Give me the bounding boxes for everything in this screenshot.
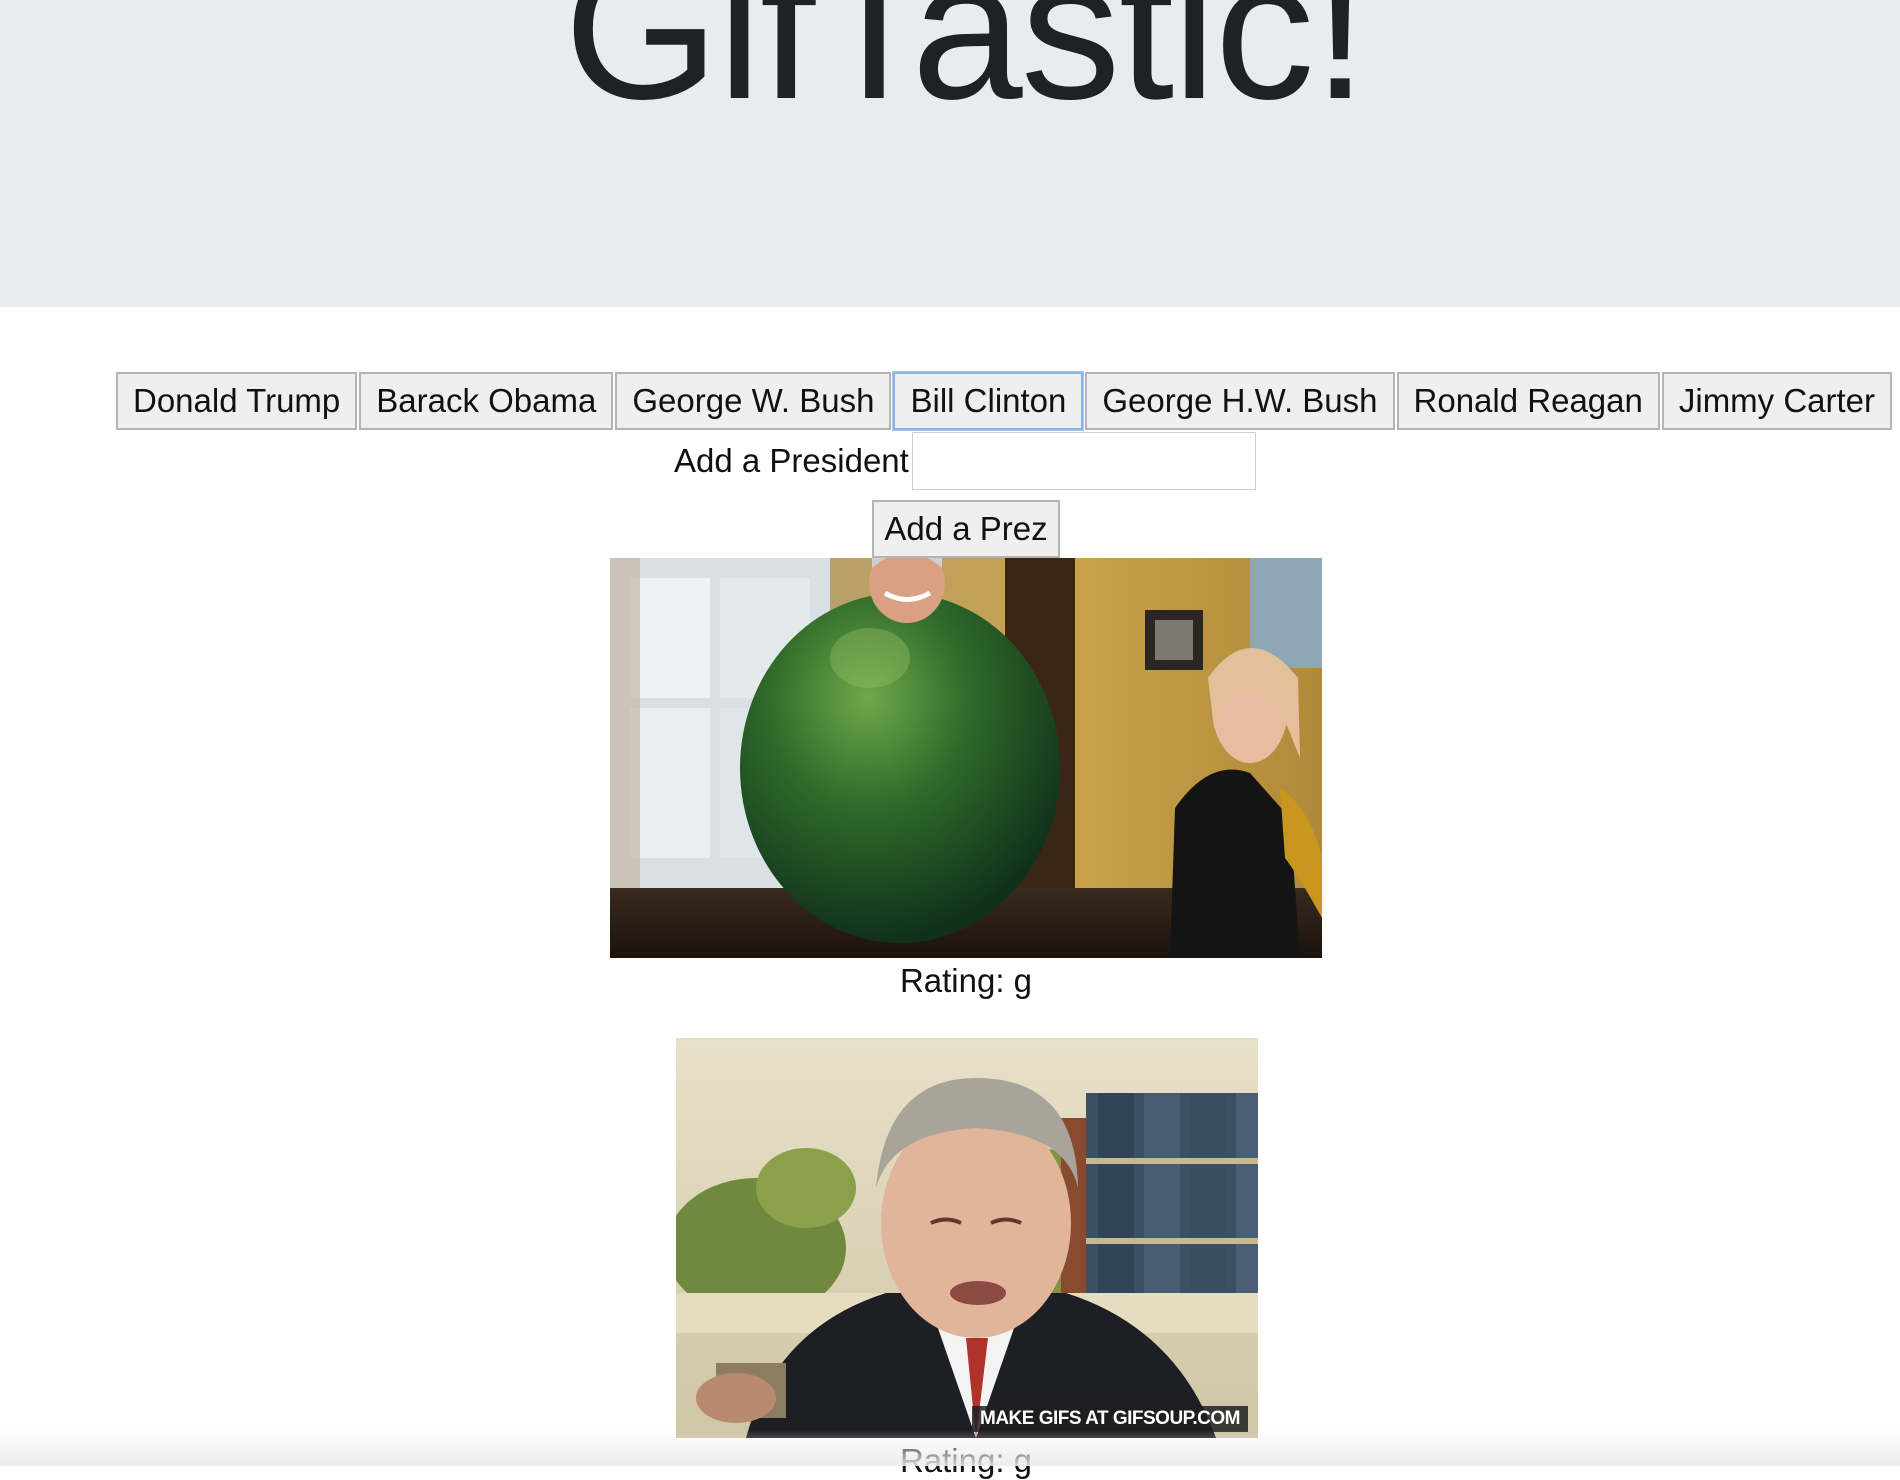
president-button-ronald-reagan[interactable]: Ronald Reagan (1396, 372, 1660, 430)
gif-balloon-scene (610, 558, 1322, 958)
president-button-row: Donald Trump Barack Obama George W. Bush… (116, 372, 1894, 430)
add-president-input[interactable] (912, 432, 1256, 490)
add-prez-button[interactable]: Add a Prez (872, 500, 1060, 558)
president-button-donald-trump[interactable]: Donald Trump (116, 372, 358, 430)
add-president-form: Add a President (0, 432, 1900, 490)
gif-press-scene (676, 1038, 1258, 1438)
president-button-barack-obama[interactable]: Barack Obama (359, 372, 614, 430)
header-jumbotron: GifTastic! (0, 0, 1900, 307)
gifsoup-watermark: MAKE GIFS AT GIFSOUP.COM (972, 1406, 1248, 1432)
president-button-george-hw-bush[interactable]: George H.W. Bush (1085, 372, 1395, 430)
add-president-label: Add a President (674, 442, 909, 479)
gif-image[interactable]: MAKE GIFS AT GIFSOUP.COM (676, 1038, 1258, 1438)
president-button-george-w-bush[interactable]: George W. Bush (615, 372, 892, 430)
gif-image[interactable] (610, 558, 1322, 958)
president-button-jimmy-carter[interactable]: Jimmy Carter (1661, 372, 1893, 430)
page-title: GifTastic! (563, 0, 1368, 141)
gif-rating: Rating: g (899, 962, 1033, 999)
president-button-bill-clinton[interactable]: Bill Clinton (893, 372, 1084, 430)
bottom-scroll-fade (0, 1430, 1900, 1466)
